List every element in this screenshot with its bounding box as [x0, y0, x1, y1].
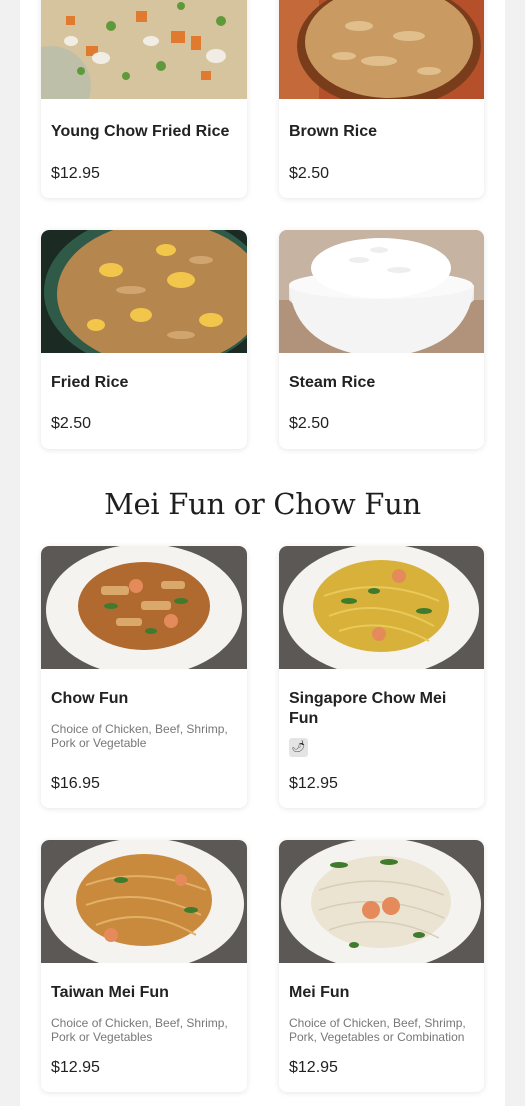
item-description: Choice of Chicken, Beef, Shrimp, Pork or… — [51, 722, 228, 750]
brown-rice-photo — [279, 0, 484, 99]
item-name: Fried Rice — [51, 374, 129, 391]
item-price: $12.95 — [51, 165, 100, 182]
item-description-line: Pork, Vegetables or Combination — [289, 1030, 465, 1044]
menu-item-card[interactable]: Mei Fun Choice of Chicken, Beef, Shrimp,… — [279, 840, 484, 1092]
item-price: $12.95 — [289, 775, 338, 792]
item-description: Choice of Chicken, Beef, Shrimp, Pork, V… — [289, 1016, 474, 1044]
menu-item-card[interactable]: Fried Rice $2.50 — [41, 230, 247, 449]
item-name: Young Chow Fried Rice — [51, 123, 230, 140]
spicy-icon: 🌶 — [289, 738, 308, 757]
item-description-line: Choice of Chicken, Beef, Shrimp, — [289, 1016, 466, 1030]
item-price: $12.95 — [289, 1059, 338, 1076]
item-price: $12.95 — [51, 1059, 100, 1076]
menu-item-card[interactable]: Young Chow Fried Rice $12.95 — [41, 0, 247, 198]
menu-item-card[interactable]: Singapore Chow Mei Fun 🌶 $12.95 — [279, 546, 484, 808]
taiwan-mei-fun-photo — [41, 840, 247, 963]
menu-item-card[interactable]: Steam Rice $2.50 — [279, 230, 484, 449]
young-chow-fried-rice-photo — [41, 0, 247, 99]
item-price: $2.50 — [289, 165, 330, 182]
item-name: Taiwan Mei Fun — [51, 984, 169, 1001]
section-heading: Mei Fun or Chow Fun — [104, 487, 421, 521]
item-price: $2.50 — [51, 415, 92, 432]
fried-rice-photo — [41, 230, 247, 353]
item-price: $16.95 — [51, 775, 100, 792]
item-name: Singapore Chow Mei Fun — [289, 690, 447, 727]
item-name: Chow Fun — [51, 690, 129, 707]
item-price: $2.50 — [289, 415, 330, 432]
mei-fun-photo — [279, 840, 484, 963]
steam-rice-photo — [279, 230, 484, 353]
singapore-chow-mei-fun-photo — [279, 546, 484, 669]
menu-item-card[interactable]: Taiwan Mei Fun Choice of Chicken, Beef, … — [41, 840, 247, 1092]
item-name: Steam Rice — [289, 374, 376, 391]
chow-fun-photo — [41, 546, 247, 669]
menu-item-card[interactable]: Chow Fun Choice of Chicken, Beef, Shrimp… — [41, 546, 247, 808]
item-description: Choice of Chicken, Beef, Shrimp, Pork or… — [51, 1016, 228, 1044]
item-name: Brown Rice — [289, 123, 378, 140]
item-name: Mei Fun — [289, 984, 350, 1001]
menu-item-card[interactable]: Brown Rice $2.50 — [279, 0, 484, 198]
